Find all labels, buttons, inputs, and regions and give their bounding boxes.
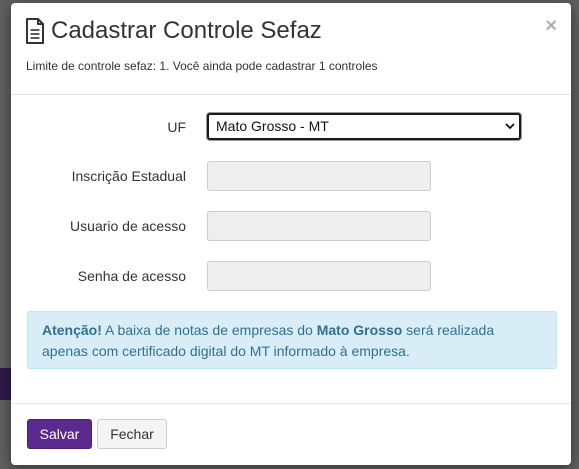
modal-footer: Salvar Fechar (11, 403, 571, 465)
close-button[interactable]: Fechar (97, 419, 167, 449)
modal-header: Cadastrar Controle Sefaz × Limite de con… (11, 3, 571, 95)
info-alert: Atenção! A baixa de notas de empresas do… (27, 311, 557, 369)
usuario-acesso-label: Usuario de acesso (70, 218, 186, 234)
modal-title: Cadastrar Controle Sefaz (51, 17, 322, 44)
usuario-acesso-row: Usuario de acesso (11, 211, 571, 241)
alert-state: Mato Grosso (316, 322, 403, 338)
inscricao-estadual-label: Inscrição Estadual (71, 168, 186, 184)
modal-title-row: Cadastrar Controle Sefaz (25, 16, 322, 46)
uf-row: UF Mato Grosso - MT (11, 112, 571, 142)
save-button[interactable]: Salvar (27, 419, 92, 449)
senha-acesso-label: Senha de acesso (77, 268, 186, 284)
close-icon[interactable]: × (545, 16, 557, 36)
document-icon (26, 18, 44, 44)
control-limit-text: Limite de controle sefaz: 1. Você ainda … (26, 59, 378, 73)
alert-prefix: Atenção! (42, 322, 102, 338)
chevron-down-icon (505, 123, 515, 130)
background-page-fragment (0, 368, 11, 400)
alert-text-part-1: A baixa de notas de empresas do (101, 322, 317, 338)
senha-acesso-input[interactable] (207, 261, 431, 291)
inscricao-estadual-input[interactable] (207, 161, 431, 191)
modal-body: UF Mato Grosso - MT Inscrição Estadual U… (11, 95, 571, 403)
inscricao-estadual-row: Inscrição Estadual (11, 161, 571, 191)
uf-select-value: Mato Grosso - MT (216, 118, 329, 134)
uf-select[interactable]: Mato Grosso - MT (207, 113, 521, 140)
uf-label: UF (167, 119, 186, 135)
senha-acesso-row: Senha de acesso (11, 261, 571, 291)
cadastrar-controle-sefaz-modal: Cadastrar Controle Sefaz × Limite de con… (11, 3, 571, 465)
usuario-acesso-input[interactable] (207, 211, 431, 241)
